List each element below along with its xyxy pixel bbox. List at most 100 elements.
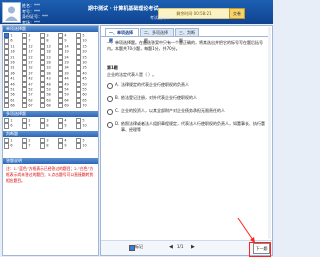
- question-nav-label: 69: [64, 103, 69, 108]
- question-nav-item[interactable]: 8: [40, 143, 58, 149]
- question-nav-item[interactable]: 6: [4, 143, 22, 149]
- exam-title: 期中测试 · 计算机基础理论考试: [88, 6, 159, 12]
- question-nav-label: 21: [10, 55, 15, 60]
- question-status-box: [4, 103, 10, 109]
- question-grid-multiple-choice: 1 2 3 4 5 6 7 8 9 10: [4, 118, 94, 129]
- question-nav-label: 7: [28, 124, 31, 129]
- question-nav-label: 70: [82, 103, 87, 108]
- answer-option-c[interactable]: C. 企业的投资人，以其全部财产对企业债务承担无限责任的人: [107, 108, 265, 115]
- page-indicator: 1/1: [177, 244, 184, 249]
- radio-button[interactable]: [107, 109, 113, 115]
- radio-button[interactable]: [107, 122, 113, 128]
- question-nav-label: 64: [64, 98, 69, 103]
- question-nav-item[interactable]: 6: [4, 123, 22, 129]
- section-header-multiple-choice: 多项选择题: [3, 111, 98, 117]
- question-nav-label: 49: [64, 82, 69, 87]
- radio-button[interactable]: [107, 96, 113, 102]
- tab-divider: [101, 36, 268, 37]
- candidate-info: 姓名：*** 考号：*** 身份证号：*** 考场：***: [22, 3, 48, 25]
- question-nav-label: 7: [28, 39, 31, 44]
- answer-option-b[interactable]: B. 依法登记注册，对外代表企业行使职权的人: [107, 95, 265, 102]
- question-navigator: 单项选择题 1 2 3 4 5 6 7 8 9 10 11 12 13 14 15 16 17 18 19 20 21 2…: [2, 25, 99, 256]
- question-nav-label: 68: [46, 103, 51, 108]
- question-nav-item[interactable]: 66: [4, 103, 22, 109]
- scrollbar[interactable]: [268, 27, 271, 239]
- mark-label: 标记: [135, 244, 143, 249]
- question-nav-item[interactable]: 69: [58, 103, 76, 109]
- answer-option-a[interactable]: A. 法律规定的代表企业行使职权的负责人: [107, 82, 265, 89]
- tab-single-choice[interactable]: 一、单项选择题: [105, 28, 139, 43]
- question-nav-item[interactable]: 68: [40, 103, 58, 109]
- section-header-true-false: 判断题: [3, 131, 98, 137]
- question-nav-item[interactable]: 10: [76, 143, 94, 149]
- person-icon: [5, 6, 18, 21]
- question-nav-label: 33: [46, 66, 51, 71]
- question-nav-label: 1: [10, 138, 13, 143]
- question-nav-label: 30: [82, 60, 87, 65]
- question-nav-label: 32: [28, 66, 33, 71]
- question-nav-label: 1: [10, 33, 13, 38]
- question-grid-true-false: 1 2 3 4 5 6 7 8 9 10: [4, 138, 94, 149]
- prev-arrow-icon[interactable]: ◀: [169, 244, 173, 250]
- question-nav-label: 40: [82, 71, 87, 76]
- question-nav-label: 24: [64, 55, 69, 60]
- question-nav-label: 3: [46, 33, 49, 38]
- question-nav-label: 47: [28, 82, 33, 87]
- question-nav-item[interactable]: 67: [22, 103, 40, 109]
- exam-status: 考试进行中: [150, 15, 170, 20]
- next-question-button[interactable]: 下一题: [253, 243, 270, 254]
- question-status-box: [40, 103, 46, 109]
- question-nav-label: 63: [46, 98, 51, 103]
- question-nav-label: 10: [82, 39, 87, 44]
- question-nav-label: 3: [46, 118, 49, 123]
- question-nav-item[interactable]: 10: [76, 123, 94, 129]
- question-nav-label: 2: [28, 118, 31, 123]
- question-nav-item[interactable]: 7: [22, 143, 40, 149]
- question-nav-label: 65: [82, 98, 87, 103]
- question-nav-label: 43: [46, 76, 51, 81]
- question-nav-label: 10: [82, 124, 87, 129]
- radio-button[interactable]: [107, 83, 113, 89]
- question-nav-label: 35: [82, 66, 87, 71]
- tab-true-false[interactable]: 三、判断题: [175, 28, 199, 43]
- question-nav-label: 46: [10, 82, 15, 87]
- question-stem: 企业的法定代表人是（ ）。: [107, 72, 157, 77]
- question-nav-label: 56: [10, 93, 15, 97]
- question-nav-item[interactable]: 9: [58, 123, 76, 129]
- question-nav-item[interactable]: 8: [40, 123, 58, 129]
- question-nav-label: 18: [46, 49, 51, 54]
- option-text: 依照法律或者法人组织章程规定，代表法人行使职权的负责人，如董事长、执行董事、经理…: [121, 121, 265, 132]
- question-nav-label: 8: [46, 144, 49, 149]
- submit-exam-button[interactable]: 交卷: [229, 8, 245, 19]
- question-nav-label: 3: [46, 138, 49, 143]
- question-nav-label: 7: [28, 144, 31, 149]
- next-arrow-icon[interactable]: ▶: [191, 244, 195, 250]
- question-nav-item[interactable]: 70: [76, 103, 94, 109]
- question-nav-label: 10: [82, 144, 87, 149]
- question-nav-label: 34: [64, 66, 69, 71]
- question-nav-label: 15: [82, 44, 87, 49]
- question-nav-label: 52: [28, 87, 33, 92]
- question-nav-label: 8: [46, 124, 49, 129]
- answer-option-d[interactable]: D. 依照法律或者法人组织章程规定，代表法人行使职权的负责人，如董事长、执行董事…: [107, 121, 265, 133]
- question-nav-label: 53: [46, 87, 51, 92]
- tab-multiple-choice[interactable]: 二、多项选择题: [140, 28, 174, 43]
- question-nav-label: 57: [28, 93, 33, 97]
- option-text: 依法登记注册，对外代表企业行使职权的人: [121, 95, 197, 100]
- question-nav-label: 31: [10, 66, 15, 71]
- question-nav-label: 58: [46, 93, 51, 97]
- question-status-box: [22, 143, 28, 149]
- question-nav-label: 8: [46, 39, 49, 44]
- question-nav-label: 9: [64, 39, 67, 44]
- question-nav-label: 28: [46, 60, 51, 65]
- question-nav-label: 42: [28, 76, 33, 81]
- question-status-box: [76, 123, 82, 129]
- question-nav-label: 55: [82, 87, 87, 92]
- question-nav-label: 23: [46, 55, 51, 60]
- question-nav-item[interactable]: 9: [58, 143, 76, 149]
- notice-text: 注：1.“蓝色”方框表示已经答过的题目；2.“白色”方框表示尚未答过的题目；3.…: [6, 166, 94, 183]
- question-nav-item[interactable]: 7: [22, 123, 40, 129]
- question-nav-label: 62: [28, 98, 33, 103]
- question-nav-label: 66: [10, 103, 15, 108]
- section-instructions: 一、单项选择题。在备选答案中只有一个是正确的，将其选出并把它的标号写在题后括号内…: [107, 40, 263, 51]
